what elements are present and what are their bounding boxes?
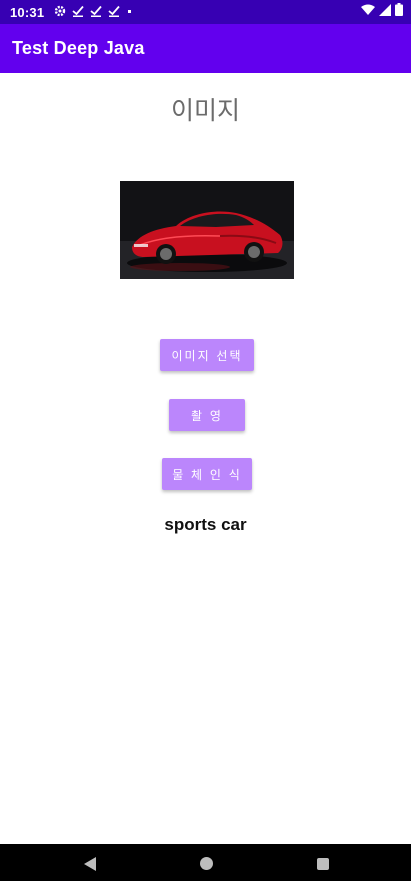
download-done-icon	[108, 5, 120, 20]
object-detection-button[interactable]: 물 체 인 식	[162, 458, 252, 490]
select-image-button[interactable]: 이미지 선택	[160, 339, 254, 371]
take-photo-button[interactable]: 촬 영	[169, 399, 245, 431]
system-nav-bar	[0, 844, 411, 881]
sports-car-photo	[120, 181, 294, 279]
recents-icon[interactable]	[317, 858, 329, 870]
status-right-icons	[361, 3, 403, 19]
cell-signal-icon	[379, 3, 391, 19]
status-time: 10:31	[10, 4, 45, 20]
status-bar: 10:31	[0, 0, 411, 24]
battery-icon	[395, 3, 403, 19]
app-title: Test Deep Java	[12, 38, 145, 58]
dot-icon	[126, 5, 134, 20]
car-image	[120, 181, 294, 279]
download-done-icon	[72, 5, 84, 20]
back-icon[interactable]	[84, 857, 96, 871]
wifi-icon	[361, 4, 375, 19]
home-icon[interactable]	[200, 857, 213, 870]
page-title: 이미지	[170, 96, 240, 125]
download-done-icon	[90, 5, 102, 20]
app-bar: Test Deep Java	[0, 24, 411, 73]
detection-result: sports car	[164, 515, 247, 534]
notification-icons	[54, 5, 134, 20]
gear-icon	[54, 5, 66, 20]
